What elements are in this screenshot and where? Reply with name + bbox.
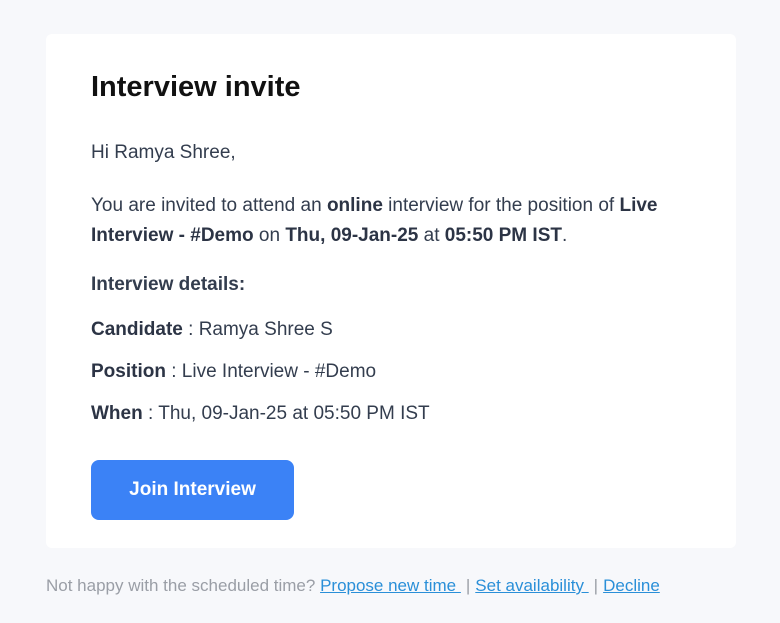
- join-interview-button[interactable]: Join Interview: [91, 460, 294, 520]
- interview-mode: online: [326, 195, 383, 216]
- detail-value: : Thu, 09-Jan-25 at 05:50 PM IST: [142, 403, 430, 424]
- interview-time: 05:50 PM IST: [444, 225, 562, 246]
- detail-row-position: Position : Live Interview - #Demo: [91, 360, 691, 384]
- footer-separator: |: [593, 576, 599, 595]
- invite-text-at: at: [418, 225, 445, 246]
- detail-label: When: [91, 403, 143, 424]
- details-heading: Interview details:: [91, 274, 246, 295]
- detail-label: Position: [91, 361, 166, 382]
- detail-value: : Live Interview - #Demo: [165, 361, 377, 382]
- set-availability-link[interactable]: Set availability: [475, 576, 588, 595]
- propose-new-time-link[interactable]: Propose new time: [320, 576, 461, 595]
- interview-date: Thu, 09-Jan-25: [285, 225, 419, 246]
- detail-value: : Ramya Shree S: [182, 319, 333, 340]
- page-title: Interview invite: [91, 71, 301, 103]
- decline-link[interactable]: Decline: [603, 576, 660, 595]
- greeting-text: Hi Ramya Shree,: [91, 142, 236, 163]
- detail-row-when: When : Thu, 09-Jan-25 at 05:50 PM IST: [91, 402, 691, 426]
- invite-text-pre: You are invited to attend an: [91, 195, 327, 216]
- invite-text-end: .: [561, 225, 568, 246]
- invite-card: Interview invite Hi Ramya Shree, You are…: [46, 34, 736, 548]
- invite-text-mid: interview for the position of: [382, 195, 620, 216]
- detail-label: Candidate: [91, 319, 183, 340]
- footer-prompt: Not happy with the scheduled time?: [46, 576, 321, 595]
- footer-separator: |: [465, 576, 471, 595]
- invite-message: You are invited to attend an online inte…: [91, 191, 691, 251]
- detail-row-candidate: Candidate : Ramya Shree S: [91, 318, 691, 342]
- invite-text-on: on: [253, 225, 286, 246]
- footer-links: Not happy with the scheduled time? Propo…: [46, 574, 660, 598]
